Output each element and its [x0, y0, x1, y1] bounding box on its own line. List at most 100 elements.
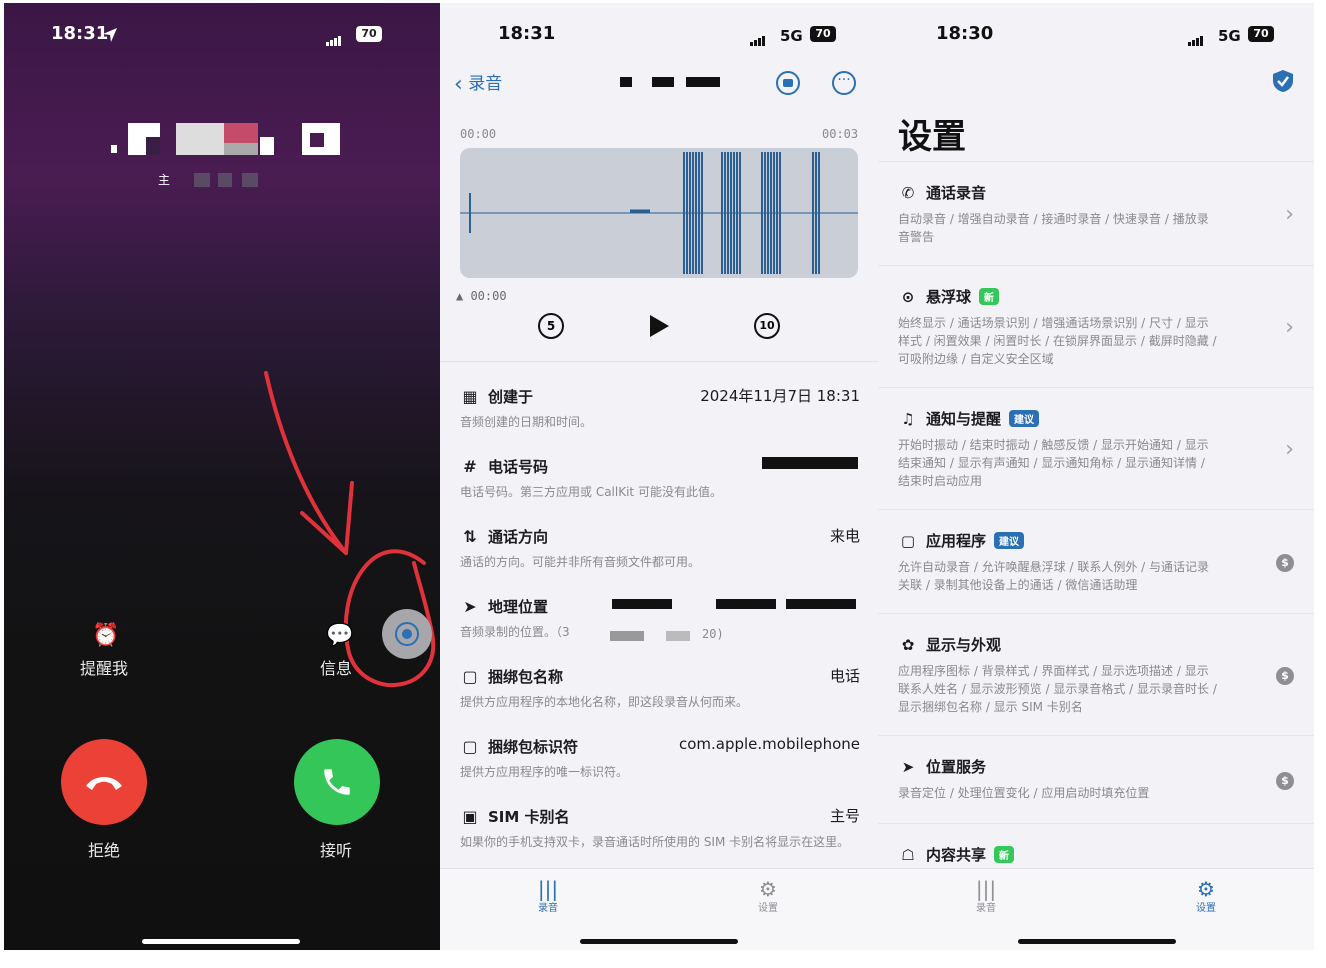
app-icon: ▢: [900, 531, 916, 550]
waveform-icon: |||: [975, 877, 997, 901]
section-title: ✿ 显示与外观: [898, 634, 1001, 655]
decline-button[interactable]: [61, 739, 147, 825]
caller-subtitle: 主: [158, 173, 171, 187]
section-title: ➤ 位置服务: [898, 756, 986, 777]
section-title: ▢ 应用程序 建议: [898, 530, 1025, 551]
paid-feature-icon: $: [1276, 772, 1294, 790]
status-time: 18:31: [498, 23, 556, 44]
message-label[interactable]: 信息: [276, 655, 396, 679]
home-indicator: [1018, 939, 1176, 944]
tab-settings[interactable]: ⚙ 设置: [728, 877, 808, 914]
info-item-value: 来电: [829, 527, 860, 545]
sim-icon: ▣: [462, 806, 478, 826]
location-arrow-icon: [103, 28, 117, 42]
section-description: 自动录音 / 增强自动录音 / 接通时录音 / 快速录音 / 播放录音警告: [898, 212, 1209, 244]
tab-recordings[interactable]: ||| 录音: [946, 877, 1026, 914]
section-label: 通话录音: [926, 184, 987, 202]
status-time: 18:31: [51, 23, 109, 44]
network-label: 5G: [1218, 27, 1241, 45]
section-description: 应用程序图标 / 背景样式 / 界面样式 / 显示选项描述 / 显示联系人姓名 …: [898, 664, 1217, 714]
battery-indicator: 70: [810, 26, 836, 42]
tab-settings[interactable]: ⚙ 设置: [1166, 877, 1246, 914]
section-badge: 建议: [994, 532, 1025, 549]
location-arrow-icon: ➤: [901, 757, 915, 776]
section-label: 内容共享: [926, 846, 987, 864]
status-time: 18:30: [936, 23, 994, 44]
divider: [440, 361, 878, 362]
info-item: ▢ 捆绑包标识符 com.apple.mobilephone 提供方应用程序的唯一标识…: [460, 735, 860, 781]
info-item-value: 主号: [829, 807, 860, 825]
settings-section[interactable]: ✿ 显示与外观应用程序图标 / 背景样式 / 界面样式 / 显示选项描述 / 显示…: [878, 613, 1314, 735]
section-title: ♫ 通知与提醒 建议: [898, 408, 1040, 429]
settings-icon: ⚙: [1197, 877, 1215, 901]
info-item-title: ⇅ 通话方向: [460, 525, 860, 547]
section-label: 悬浮球: [926, 288, 972, 306]
bell-icon: ♫: [901, 409, 915, 428]
settings-icon: ⚙: [759, 877, 777, 901]
settings-screen: 18:30 5G 70 设置 ✆ 通话录音自动录音 / 增强自动录音 / 接通时录…: [878, 3, 1314, 950]
settings-section[interactable]: ✆ 通话录音自动录音 / 增强自动录音 / 接通时录音 / 快速录音 / 播放录音…: [878, 161, 1314, 265]
section-title: ✆ 通话录音: [898, 182, 986, 203]
info-item-title: ▢ 捆绑包名称: [460, 665, 860, 687]
hash-icon: #: [463, 456, 477, 476]
signal-icon: [750, 27, 766, 46]
playhead-marker-icon: ▲: [456, 289, 471, 303]
section-label: 通知与提醒: [926, 410, 1002, 428]
floating-ball-icon: ⊙: [901, 287, 915, 306]
back-button[interactable]: ‹ 录音: [454, 69, 502, 97]
tab-settings-label: 设置: [1196, 903, 1216, 914]
info-item-label: 通话方向: [488, 527, 549, 546]
accept-button[interactable]: [294, 739, 380, 825]
settings-section[interactable]: ▢ 应用程序 建议 允许自动录音 / 允许唤醒悬浮球 / 联系人例外 / 与通话记录关…: [878, 509, 1314, 613]
info-item-description: 通话的方向。可能并非所有音频文件都可用。: [460, 555, 701, 569]
info-item-description: 提供方应用程序的唯一标识符。: [460, 765, 629, 779]
settings-section[interactable]: ⊙ 悬浮球新始终显示 / 通话场景识别 / 增强通话场景识别 / 尺寸 / 显示样…: [878, 265, 1314, 387]
skip-forward-10-icon: 10: [754, 313, 780, 339]
bundle-id-icon: ▢: [462, 736, 478, 756]
battery-indicator: 70: [1248, 26, 1274, 42]
transcript-button[interactable]: [776, 71, 800, 95]
chevron-left-icon: ‹: [454, 72, 463, 97]
skip-back-5-icon: 5: [538, 313, 564, 339]
location-icon: ➤: [463, 596, 477, 616]
chat-bubble-icon: [783, 79, 793, 87]
section-badge: 建议: [1009, 410, 1040, 427]
paid-feature-icon: $: [1276, 554, 1294, 572]
chevron-right-icon: ›: [1285, 437, 1294, 462]
play-button[interactable]: [644, 311, 674, 341]
floating-ball-button[interactable]: [382, 609, 432, 659]
tab-recordings-label: 录音: [976, 903, 996, 914]
section-description: 开始时振动 / 结束时振动 / 触感反馈 / 显示开始通知 / 显示结束通知 /…: [898, 438, 1209, 488]
info-item: ▢ 捆绑包名称 电话 提供方应用程序的本地化名称，即这段录音从何而来。: [460, 665, 860, 711]
chevron-right-icon: ›: [1285, 315, 1294, 340]
waveform-scrubber[interactable]: [460, 148, 858, 278]
skip-back-button[interactable]: 5: [536, 311, 566, 341]
shield-check-icon[interactable]: [1272, 69, 1294, 93]
remind-me-label[interactable]: 提醒我: [44, 655, 164, 679]
waveform-start-time: 00:00: [460, 127, 497, 141]
battery-indicator: 70: [356, 26, 382, 42]
settings-section[interactable]: ♫ 通知与提醒 建议开始时振动 / 结束时振动 / 触感反馈 / 显示开始通知 / …: [878, 387, 1314, 509]
skip-forward-button[interactable]: 10: [752, 311, 782, 341]
info-item-description: 电话号码。第三方应用或 CallKit 可能没有此值。: [460, 485, 722, 499]
info-item-title: ▣ SIM 卡别名: [460, 805, 860, 827]
tab-recordings[interactable]: ||| 录音: [508, 877, 588, 914]
signal-icon: [326, 27, 342, 46]
more-button[interactable]: ···: [832, 71, 856, 95]
section-label: 位置服务: [926, 758, 987, 776]
info-item-label: 电话号码: [488, 457, 549, 476]
hangup-icon: [86, 777, 122, 790]
paid-feature-icon: $: [1276, 667, 1294, 685]
settings-section[interactable]: ➤ 位置服务 录音定位 / 处理位置变化 / 应用启动时填充位置 $: [878, 735, 1314, 823]
alarm-icon: ⏰: [92, 623, 120, 648]
tab-bar: ||| 录音 ⚙ 设置: [440, 868, 878, 950]
back-label: 录音: [468, 74, 503, 94]
info-item-description: 如果你的手机支持双卡，录音通话时所使用的 SIM 卡别名将显示在这里。: [460, 835, 850, 849]
waveform-graph: [460, 152, 858, 274]
location-suffix: 20): [702, 627, 724, 641]
recording-detail-screen: 18:31 5G 70 ‹ 录音 ··· 00:00 00:03 ▲ 00:00…: [440, 3, 878, 950]
section-badge: 新: [994, 846, 1015, 863]
info-item-label: 捆绑包标识符: [488, 737, 579, 756]
calendar-icon: ▦: [462, 386, 478, 406]
info-item-label: 创建于: [488, 387, 534, 406]
